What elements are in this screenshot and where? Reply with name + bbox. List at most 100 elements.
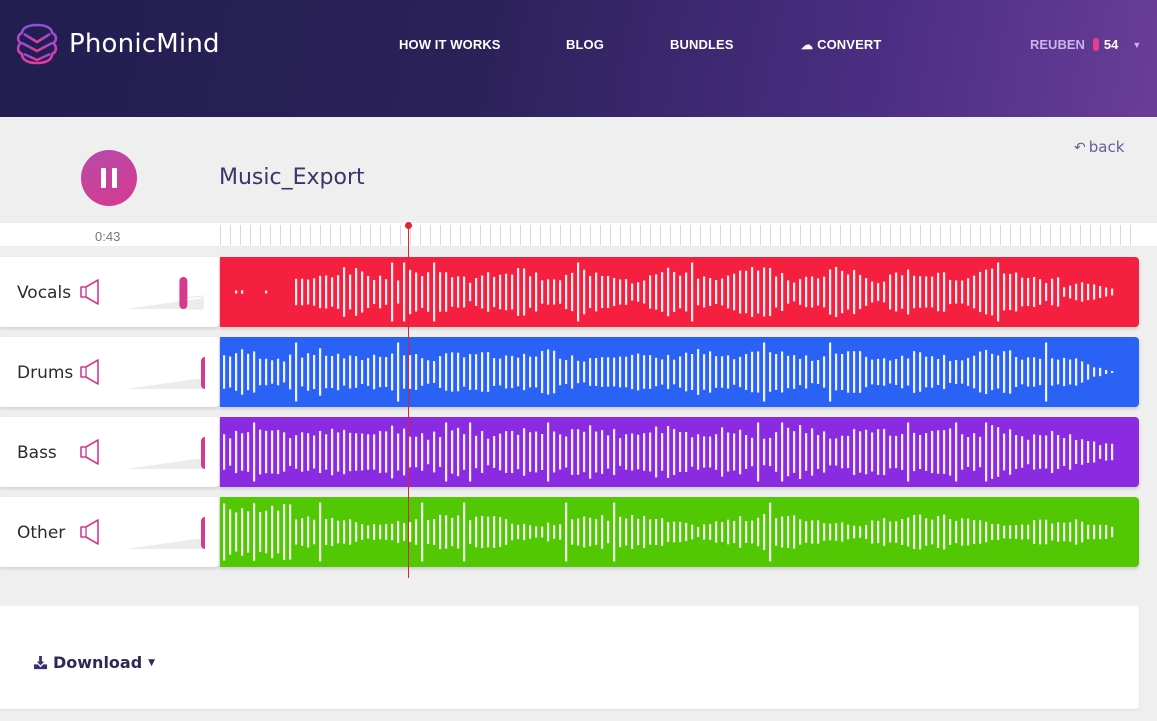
pause-button[interactable]	[81, 150, 137, 206]
waveform-bar	[1087, 441, 1090, 463]
waveform-bar	[307, 353, 310, 391]
waveform-bar	[379, 356, 382, 388]
waveform-bar	[739, 270, 742, 314]
waveform-bar	[415, 519, 418, 545]
waveform-bar	[409, 269, 412, 315]
waveform-bar	[385, 357, 388, 387]
waveform-bar	[319, 275, 322, 309]
waveform-bar	[1045, 435, 1048, 469]
waveform-bar	[277, 358, 280, 386]
timeline-tick	[980, 225, 981, 245]
waveform-bar	[433, 361, 436, 383]
waveform-bar	[505, 273, 508, 311]
timeline-tick	[890, 225, 891, 245]
waveform-bar	[1063, 287, 1066, 297]
waveform-bar	[865, 278, 868, 306]
waveform-bar	[853, 525, 856, 539]
waveform-bar	[595, 272, 598, 312]
download-button[interactable]: Download ▼	[33, 653, 155, 672]
waveform-bar	[1093, 524, 1096, 540]
waveform-bar	[259, 358, 262, 386]
waveform-bar	[367, 275, 370, 309]
waveform-drums[interactable]	[220, 337, 1139, 407]
timeline-tick	[320, 225, 321, 245]
user-menu[interactable]: REUBEN 54 ▼	[1030, 37, 1141, 52]
speaker-icon[interactable]	[79, 358, 101, 386]
waveform-bar	[901, 434, 904, 470]
waveform-bar	[529, 276, 532, 308]
caret-down-icon: ▼	[148, 657, 156, 668]
volume-handle[interactable]	[201, 357, 205, 389]
back-link[interactable]: ↶ back	[1074, 138, 1124, 156]
waveform-bar	[643, 516, 646, 548]
waveform-bar	[865, 356, 868, 388]
waveform-bar	[337, 432, 340, 472]
waveform-bar	[511, 274, 514, 310]
waveform-bar	[715, 434, 718, 470]
waveform-bar	[487, 352, 490, 392]
waveform-bar	[1039, 358, 1042, 386]
waveform-bar	[859, 431, 862, 473]
waveform-bar	[877, 283, 880, 301]
timeline-tick	[630, 225, 631, 245]
volume-handle[interactable]	[201, 517, 205, 549]
waveform-bar	[907, 358, 910, 386]
timeline-tick	[530, 225, 531, 245]
waveform-bar	[643, 433, 646, 471]
volume-slider[interactable]	[125, 272, 205, 312]
waveform-bar	[703, 524, 706, 540]
waveform-bar	[973, 355, 976, 389]
timeline-tick	[610, 225, 611, 245]
waveform-other[interactable]	[220, 497, 1139, 567]
waveform-bar	[553, 431, 556, 473]
timeline-ruler[interactable]: 0:43	[0, 222, 1157, 247]
timeline-tick	[720, 225, 721, 245]
timeline-tick	[660, 225, 661, 245]
timeline-tick	[620, 225, 621, 245]
waveform-bar	[1069, 359, 1072, 385]
brand-logo[interactable]: PhonicMind	[14, 22, 220, 66]
waveform-bar	[571, 355, 574, 389]
waveform-bar	[715, 279, 718, 305]
waveform-bar	[283, 432, 286, 472]
volume-slider[interactable]	[125, 432, 205, 472]
nav-how-it-works[interactable]: HOW IT WORKS	[399, 37, 501, 52]
waveform-bar	[925, 433, 928, 471]
waveform-bar	[547, 522, 550, 542]
speaker-icon[interactable]	[79, 518, 101, 546]
waveform-bar	[1105, 524, 1108, 540]
volume-slider[interactable]	[125, 512, 205, 552]
nav-convert[interactable]: ☁ CONVERT	[801, 37, 881, 52]
waveform-bar	[421, 433, 424, 471]
waveform-bar	[763, 342, 766, 402]
volume-handle[interactable]	[179, 277, 188, 309]
waveform-bar	[979, 351, 982, 393]
waveform-bar	[295, 278, 298, 306]
waveform-bar	[685, 352, 688, 392]
waveform-bar	[625, 434, 628, 470]
waveform-vocals[interactable]	[220, 257, 1139, 327]
timeline-tick	[820, 225, 821, 245]
waveform-bar	[1051, 431, 1054, 473]
nav-bundles[interactable]: BUNDLES	[670, 37, 734, 52]
waveform-bar	[499, 358, 502, 386]
waveform-bar	[883, 281, 886, 303]
waveform-bar	[841, 522, 844, 542]
waveform-bar	[247, 432, 250, 472]
waveform-bar	[703, 276, 706, 308]
speaker-icon[interactable]	[79, 278, 101, 306]
volume-slider[interactable]	[125, 352, 205, 392]
volume-handle[interactable]	[201, 437, 205, 469]
playhead-handle[interactable]	[405, 222, 412, 229]
waveform-bar	[307, 279, 310, 305]
waveform-bar	[511, 355, 514, 389]
waveform-bar	[253, 422, 256, 482]
waveform-bass[interactable]	[220, 417, 1139, 487]
download-icon	[33, 655, 48, 670]
waveform-bar	[745, 270, 748, 314]
nav-blog[interactable]: BLOG	[566, 37, 604, 52]
waveform-bar	[505, 519, 508, 545]
waveform-bar	[649, 519, 652, 545]
speaker-icon[interactable]	[79, 438, 101, 466]
waveform-bar	[733, 273, 736, 311]
